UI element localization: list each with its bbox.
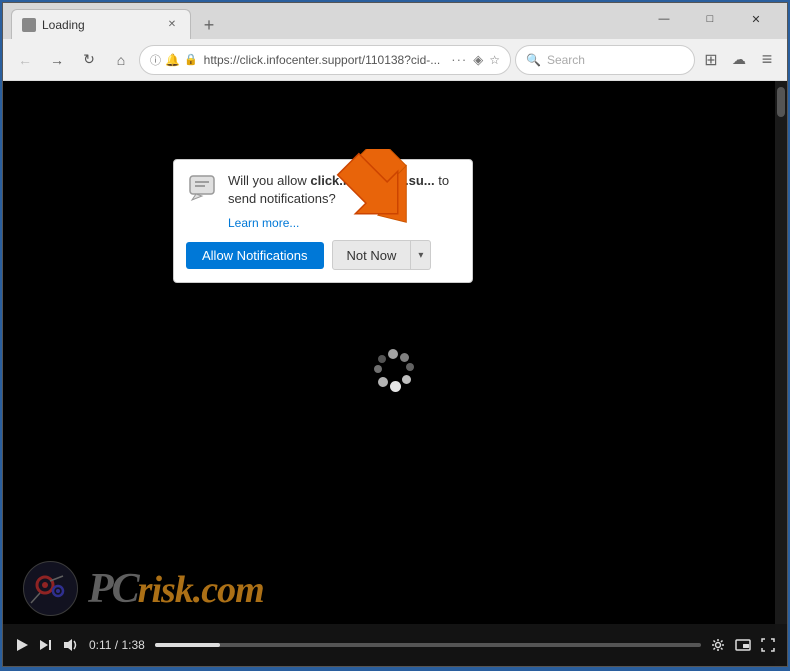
pip-button[interactable] (735, 639, 751, 651)
navigation-bar: ← → ↻ ⌂ ⓘ 🔔 🔒 https://click.infocenter.s… (3, 39, 787, 81)
notification-text: Will you allow click.infocenter.su... to… (228, 172, 460, 208)
notification-popup: Will you allow click.infocenter.su... to… (173, 159, 473, 283)
bookmark-star-icon[interactable]: ☆ (489, 53, 500, 67)
active-tab[interactable]: Loading ✕ (11, 9, 191, 39)
tab-bar: Loading ✕ + — □ ✕ (3, 3, 787, 39)
url-text: https://click.infocenter.support/110138?… (204, 53, 446, 67)
address-bar[interactable]: ⓘ 🔔 🔒 https://click.infocenter.support/1… (139, 45, 511, 75)
volume-button[interactable] (63, 638, 79, 652)
address-bar-icons: ⓘ 🔔 🔒 (150, 52, 198, 68)
refresh-button[interactable]: ↻ (75, 46, 103, 74)
fullscreen-button[interactable] (761, 638, 775, 652)
notification-header: Will you allow click.infocenter.su... to… (186, 172, 460, 208)
next-button[interactable] (39, 638, 53, 652)
pocket-icon[interactable]: ◈ (473, 52, 483, 68)
tab-title: Loading (42, 18, 158, 32)
new-tab-button[interactable]: + (195, 11, 223, 39)
video-progress-bar[interactable] (155, 643, 701, 647)
notification-chat-icon (186, 172, 218, 204)
library-icon[interactable]: ⊞ (699, 48, 723, 72)
notification-bell-icon: 🔔 (165, 53, 180, 67)
minimize-button[interactable]: — (641, 5, 687, 33)
video-time: 0:11 / 1:38 (89, 638, 145, 652)
search-bar[interactable]: 🔍 Search (515, 45, 695, 75)
tab-favicon (22, 18, 36, 32)
settings-button[interactable] (711, 638, 725, 652)
video-progress-fill (155, 643, 221, 647)
scrollbar[interactable] (775, 81, 787, 666)
browser-window: Loading ✕ + — □ ✕ ← → ↻ ⌂ ⓘ 🔔 🔒 https://… (2, 2, 788, 667)
pcrisk-text: PC risk.com (88, 565, 264, 613)
info-icon: ⓘ (150, 52, 161, 68)
learn-more-link[interactable]: Learn more... (228, 216, 460, 230)
tab-close-button[interactable]: ✕ (164, 17, 180, 33)
browser-content: Will you allow click.infocenter.su... to… (3, 81, 787, 666)
close-window-button[interactable]: ✕ (733, 5, 779, 33)
toolbar-icons: ⊞ ☁ ≡ (699, 48, 779, 72)
back-button[interactable]: ← (11, 46, 39, 74)
search-icon: 🔍 (526, 53, 541, 67)
notification-buttons: Allow Notifications Not Now ▾ (186, 240, 460, 270)
allow-notifications-button[interactable]: Allow Notifications (186, 242, 324, 269)
window-controls: — □ ✕ (641, 5, 779, 37)
loading-spinner (370, 349, 420, 399)
pcrisk-watermark: PC risk.com (23, 561, 264, 616)
notification-dropdown-button[interactable]: ▾ (411, 240, 431, 270)
play-button[interactable] (15, 638, 29, 652)
search-placeholder: Search (547, 53, 585, 67)
sync-icon[interactable]: ☁ (727, 48, 751, 72)
lock-icon: 🔒 (184, 53, 198, 66)
menu-icon[interactable]: ≡ (755, 48, 779, 72)
video-controls-right (711, 638, 775, 652)
video-controls: 0:11 / 1:38 (3, 624, 787, 666)
pcrisk-logo-icon (23, 561, 78, 616)
forward-button[interactable]: → (43, 46, 71, 74)
more-button[interactable]: ··· (451, 52, 467, 67)
not-now-button[interactable]: Not Now (332, 240, 412, 270)
home-button[interactable]: ⌂ (107, 46, 135, 74)
maximize-button[interactable]: □ (687, 5, 733, 33)
scrollbar-thumb[interactable] (777, 87, 785, 117)
